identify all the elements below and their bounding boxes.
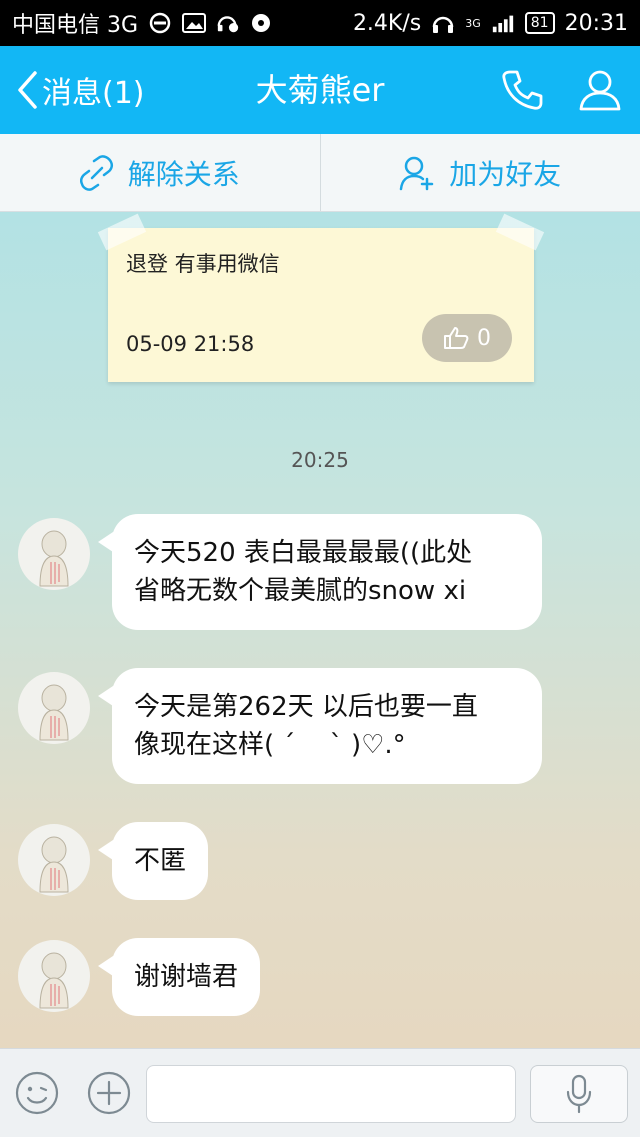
call-button[interactable] (500, 68, 544, 112)
clock: 20:31 (564, 10, 628, 36)
like-button[interactable]: 0 (422, 314, 512, 362)
input-bar (0, 1048, 640, 1137)
headphones-icon (431, 12, 455, 34)
more-button[interactable] (86, 1070, 132, 1116)
message-bubble[interactable]: 今天520 表白最最最最((此处 省略无数个最美腻的snow xi (98, 514, 542, 630)
signature-time: 05-09 21:58 (126, 332, 255, 356)
unfriend-button[interactable]: 解除关系 (0, 134, 320, 211)
message-line: 不匿 (134, 846, 187, 876)
block-icon (148, 12, 172, 34)
thumbs-up-icon (444, 327, 469, 349)
message-line: 今天520 表白最最最最((此处 (134, 538, 473, 568)
unfriend-label: 解除关系 (127, 157, 240, 191)
add-person-icon (399, 156, 434, 190)
microphone-icon (566, 1074, 592, 1114)
carrier-label: 中国电信 3G (12, 13, 139, 38)
relation-actions: 解除关系 加为好友 (0, 134, 640, 212)
network-speed: 2.4K/s (352, 10, 422, 36)
signature-text: 退登 有事用微信 (126, 252, 280, 276)
signature-note: 退登 有事用微信 05-09 21:58 0 (97, 213, 545, 382)
tape-decoration (97, 213, 147, 251)
message-line: 像现在这样( ´ ` )♡.° (134, 730, 406, 760)
message-line: 省略无数个最美腻的snow xi (134, 576, 467, 606)
avatar[interactable] (18, 672, 90, 744)
avatar[interactable] (18, 940, 90, 1012)
tape-decoration (495, 213, 545, 251)
message-bubble[interactable]: 谢谢墙君 (97, 938, 261, 1016)
title-bar: 消息(1) 大菊熊er (0, 46, 640, 134)
avatar[interactable] (18, 824, 90, 896)
add-friend-button[interactable]: 加为好友 (321, 134, 640, 211)
back-button[interactable]: 消息(1) (16, 46, 145, 134)
chevron-left-icon (18, 71, 37, 109)
plus-circle-icon (87, 1071, 131, 1115)
message-line: 谢谢墙君 (134, 962, 239, 992)
voice-button[interactable] (530, 1065, 628, 1123)
message-bubble[interactable]: 今天是第262天 以后也要一直 像现在这样( ´ ` )♡.° (98, 668, 542, 784)
headset-settings-icon (216, 12, 240, 34)
image-icon (182, 12, 207, 34)
broken-link-icon (79, 154, 113, 191)
battery-indicator: 81 (524, 12, 555, 34)
smiley-icon (15, 1071, 59, 1115)
network-type: 3G (465, 16, 481, 30)
phone-icon (502, 70, 543, 110)
signal-icon (491, 12, 515, 34)
like-count: 0 (477, 325, 491, 351)
avatar[interactable] (18, 518, 90, 590)
avatar-image (39, 684, 69, 741)
back-label: 消息(1) (42, 76, 145, 111)
add-friend-label: 加为好友 (449, 157, 562, 191)
avatar-image (39, 836, 69, 893)
status-bar: 中国电信 3G 2.4K/s 3G 81 20:31 (0, 0, 640, 46)
message-input[interactable] (146, 1065, 516, 1123)
avatar-image (39, 530, 69, 587)
message-line: 今天是第262天 以后也要一直 (134, 692, 478, 722)
emoji-button[interactable] (14, 1070, 60, 1116)
message-bubble[interactable]: 不匿 (97, 822, 209, 900)
avatar-image (39, 952, 69, 1009)
person-icon (579, 70, 621, 111)
disc-icon (250, 12, 274, 34)
profile-button[interactable] (578, 68, 622, 112)
chat-timestamp: 20:25 (291, 448, 349, 472)
